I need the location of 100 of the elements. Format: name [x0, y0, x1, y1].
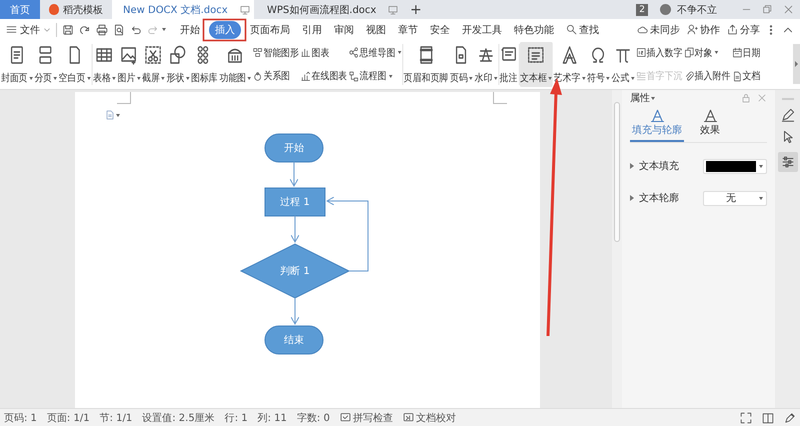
- ribbon-button[interactable]: 日期: [732, 46, 760, 60]
- print-icon[interactable]: [96, 24, 108, 36]
- flame-icon: [49, 4, 59, 15]
- close-icon[interactable]: [783, 4, 794, 15]
- color-picker[interactable]: [703, 158, 767, 174]
- highlight-frame: [202, 18, 246, 42]
- ribbon-button[interactable]: 插入附件: [684, 69, 730, 84]
- settings-button[interactable]: [778, 152, 798, 172]
- tab-label: 首页: [10, 4, 30, 16]
- property-label: 文本填充: [639, 160, 679, 173]
- menu-icon: [6, 24, 17, 35]
- ribbon-button[interactable]: 分页: [33, 42, 58, 87]
- menu-tab[interactable]: 开始: [177, 20, 203, 38]
- ribbon-button[interactable]: 表格: [92, 42, 117, 87]
- menu-tab[interactable]: 审阅: [331, 20, 357, 38]
- caret-icon: [630, 76, 634, 80]
- paste-options-icon[interactable]: [105, 110, 120, 120]
- panel-tab[interactable]: 填充与轮廓: [630, 106, 684, 142]
- node-label: 结束: [284, 334, 304, 347]
- margin-mark: [117, 92, 131, 104]
- image-icon: [120, 45, 138, 65]
- monitor-icon[interactable]: [240, 4, 250, 14]
- bar-chart-icon: [300, 70, 311, 82]
- fullscreen-icon[interactable]: [740, 412, 752, 424]
- panel-tab[interactable]: 效果: [698, 106, 722, 142]
- share-button[interactable]: 分享: [727, 22, 760, 36]
- menu-tab[interactable]: 开发工具: [459, 20, 505, 38]
- status-button[interactable]: 文档校对: [402, 410, 456, 424]
- panel-title[interactable]: 属性: [630, 91, 655, 105]
- text-box-icon: [527, 45, 545, 65]
- ribbon-button[interactable]: 功能图: [218, 42, 252, 87]
- menu-tab[interactable]: 插入: [209, 20, 241, 38]
- ribbon-button[interactable]: 公式: [610, 42, 636, 87]
- tab-label: WPS如何画流程图.docx: [267, 4, 376, 16]
- grip-handle[interactable]: [782, 98, 794, 100]
- status-button[interactable]: 拼写检查: [340, 410, 393, 424]
- pen-icon[interactable]: [784, 412, 796, 424]
- expand-arrow-icon[interactable]: [630, 163, 634, 169]
- dropdown[interactable]: 无: [703, 190, 767, 206]
- menu-tab[interactable]: 视图: [363, 20, 389, 38]
- ribbon-button[interactable]: 图标库: [190, 42, 218, 87]
- ribbon-button[interactable]: 形状: [166, 42, 190, 87]
- menu-tab[interactable]: 安全: [427, 20, 453, 38]
- expand-arrow-icon[interactable]: [630, 195, 634, 201]
- status-text: 页面: 1/1: [46, 412, 90, 424]
- ribbon-button[interactable]: 图片: [116, 42, 142, 87]
- caret-icon: [112, 76, 116, 80]
- object-icon: [684, 47, 694, 58]
- ribbon-button[interactable]: 图表: [300, 46, 348, 60]
- ribbon-button[interactable]: 截屏: [141, 42, 166, 87]
- status-text: 行: 1: [224, 412, 248, 424]
- caret-icon[interactable]: [162, 28, 166, 31]
- caret-icon: [53, 76, 57, 80]
- ribbon-button[interactable]: 在线图表: [300, 69, 348, 84]
- ribbon-button[interactable]: 关系图: [252, 69, 300, 84]
- caret-icon: [116, 114, 120, 116]
- sync-button[interactable]: 未同步: [637, 22, 680, 36]
- undo-icon[interactable]: [130, 24, 142, 36]
- ribbon-button[interactable]: 智能图形: [252, 46, 300, 60]
- status-text: 列: 11: [258, 412, 287, 424]
- caret-icon: [548, 76, 552, 80]
- document-tab[interactable]: New DOCX 文档.docx: [112, 0, 254, 19]
- scroll-right-button[interactable]: [793, 44, 800, 84]
- collaborate-button[interactable]: 协作: [687, 22, 720, 36]
- book-icon[interactable]: [762, 412, 774, 424]
- menu-tab[interactable]: 页面布局: [247, 20, 293, 38]
- menu-tab[interactable]: 特色功能: [511, 20, 557, 38]
- ribbon-button[interactable]: 文本框: [519, 42, 553, 87]
- scrollbar[interactable]: [612, 90, 622, 408]
- letter-icon: [702, 108, 718, 123]
- user-name[interactable]: 不争不立: [677, 2, 717, 16]
- ribbon-button[interactable]: 流程图: [348, 69, 401, 84]
- property-label: 文本轮廓: [639, 192, 679, 205]
- document-tab[interactable]: 首页: [0, 0, 40, 19]
- avatar-icon[interactable]: [660, 4, 671, 15]
- print-preview-icon[interactable]: [113, 24, 125, 36]
- restore-icon[interactable]: [762, 4, 773, 15]
- node-label: 过程 1: [280, 196, 310, 209]
- ribbon-button[interactable]: 批注: [498, 42, 518, 87]
- bar-chart-icon: [300, 47, 311, 58]
- save-icon[interactable]: [62, 24, 74, 36]
- menu-tab[interactable]: 章节: [395, 20, 421, 38]
- file-menu[interactable]: 文件: [6, 22, 51, 36]
- pencil-icon[interactable]: [780, 108, 794, 122]
- ribbon-button[interactable]: 插入数字: [636, 46, 682, 60]
- tab-label: 稻壳模板: [63, 4, 103, 16]
- scrollbar-thumb[interactable]: [614, 102, 620, 242]
- ribbon-button[interactable]: 文档: [732, 69, 760, 84]
- status-text: 页码: 1: [4, 412, 37, 424]
- ribbon-button[interactable]: 符号: [586, 42, 611, 87]
- notification-badge[interactable]: 2: [636, 4, 648, 16]
- connector-arrow: [290, 216, 300, 242]
- ribbon-button[interactable]: 页码: [449, 42, 474, 87]
- search-button[interactable]: 查找: [563, 20, 602, 38]
- ribbon-button[interactable]: 对象: [684, 46, 730, 60]
- menu-tab[interactable]: 引用: [299, 20, 325, 38]
- new-tab-button[interactable]: +: [400, 0, 432, 19]
- ribbon-button[interactable]: 封面页: [0, 42, 34, 87]
- check-icon: [340, 412, 351, 423]
- ribbon-button[interactable]: 页眉和页脚: [402, 42, 449, 87]
